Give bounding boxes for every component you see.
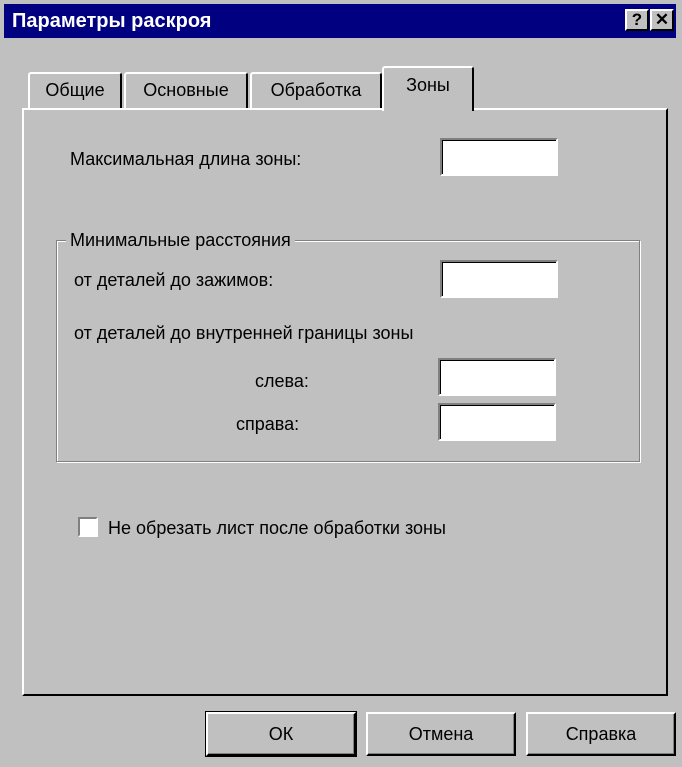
close-button[interactable]: ✕ — [650, 9, 674, 31]
tab-processing[interactable]: Обработка — [250, 72, 382, 108]
ok-button[interactable]: ОК — [205, 711, 357, 757]
question-mark-icon: ? — [631, 10, 643, 29]
tab-general[interactable]: Общие — [28, 72, 122, 108]
tab-main[interactable]: Основные — [124, 72, 248, 108]
tab-general-label: Общие — [45, 80, 105, 100]
title-bar: Параметры раскроя ? ✕ — [4, 4, 676, 38]
window-title: Параметры раскроя — [12, 10, 212, 32]
cancel-button[interactable]: Отмена — [366, 712, 516, 756]
close-icon: ✕ — [654, 10, 670, 29]
help-button[interactable]: ? — [625, 9, 649, 31]
help-dialog-button[interactable]: Справка — [526, 712, 676, 756]
cutting-parameters-dialog: Параметры раскроя ? ✕ Общие Основные Обр… — [0, 0, 682, 767]
tab-zones[interactable]: Зоны — [382, 66, 474, 111]
tab-processing-label: Обработка — [270, 80, 362, 100]
tab-main-label: Основные — [143, 80, 229, 100]
zones-panel — [22, 108, 668, 696]
tab-zones-label: Зоны — [406, 75, 450, 95]
